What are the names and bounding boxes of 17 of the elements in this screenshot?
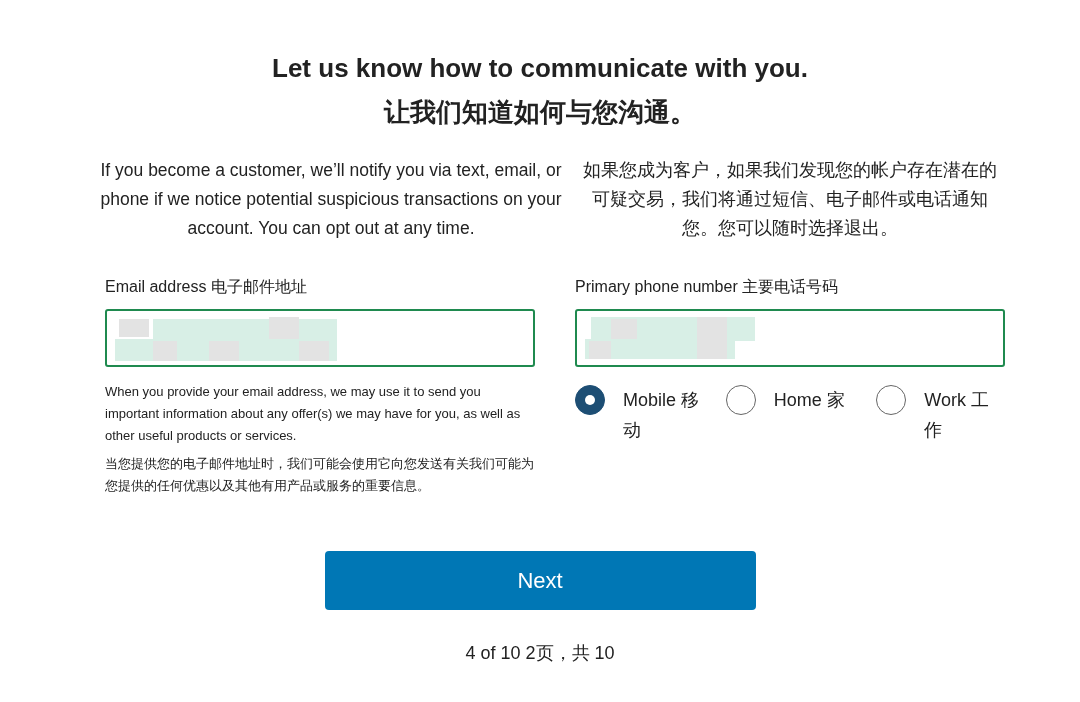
radio-label: Mobile 移动	[623, 388, 701, 442]
next-button[interactable]: Next	[324, 550, 756, 610]
email-note: 当您提供您的电子邮件地址时，我们可能会使用它向您发送有关我们可能为您提供的任何优惠以及其他有用产品或服务的重要信息。	[105, 454, 535, 495]
email-note: When you provide your email address, we may use it to send you important information about any offer(s) we may have for you, as well as other useful products or services.	[105, 382, 522, 445]
radio-button[interactable]	[575, 384, 605, 415]
radio-label: Home 家	[773, 388, 845, 412]
radio-label: Work 工作	[924, 388, 990, 442]
radio-button[interactable]	[876, 384, 907, 415]
page-heading: 让我们知道如何与您沟通。	[382, 95, 697, 129]
field-label: Email address 电子邮件地址	[105, 276, 308, 297]
phone-field[interactable]	[575, 308, 1005, 367]
radio-button[interactable]	[725, 384, 756, 415]
intro-text: 如果您成为客户，如果我们发现您的帐户存在潜在的可疑交易，我们将通过短信、电子邮件或电话通知您。您可以随时选择退出。	[582, 158, 998, 240]
field-label: Primary phone number 主要电话号码	[575, 276, 840, 297]
intro-text: If you become a customer, we’ll notify you via text, email, or phone if we notice potential suspicious transactions on your account. You can opt out at any time.	[99, 158, 563, 240]
page-heading: Let us know how to communicate with you.	[271, 52, 809, 85]
email-field[interactable]	[105, 308, 535, 367]
